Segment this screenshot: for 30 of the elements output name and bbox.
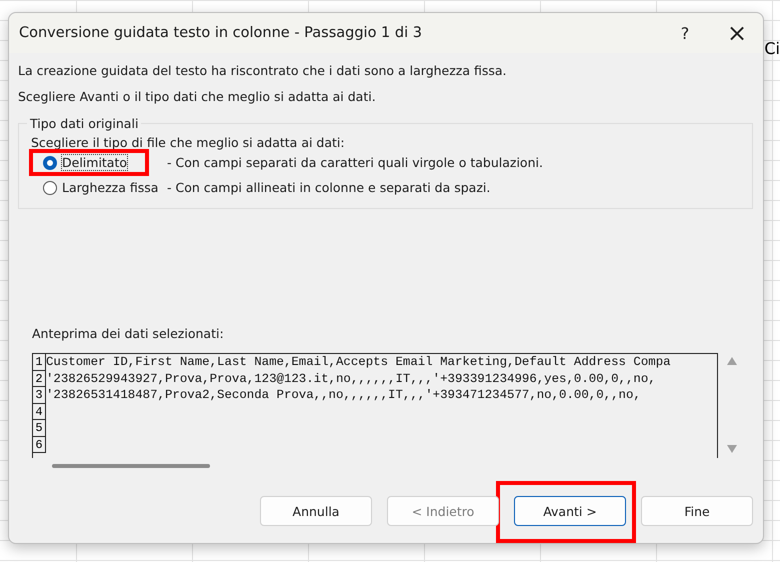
option-description: - Con campi allineati in colonne e separati da spazi. xyxy=(167,180,490,195)
sheet-cell-text: Ci xyxy=(764,38,780,60)
line-number: 6 xyxy=(33,436,46,453)
instruction-text: Scegliere Avanti o il tipo dati che meglio si adatta ai dati. xyxy=(18,89,377,104)
line-number: 5 xyxy=(33,420,46,436)
radio-button[interactable] xyxy=(43,156,57,170)
preview-line: Customer ID,First Name,Last Name,Email,Accepts Email Marketing,Default Address Compa xyxy=(46,354,671,370)
radio-label[interactable]: Delimitato xyxy=(62,155,128,170)
preview-line: '23826531418487,Prova2,Seconda Prova,,no,,,,,,IT,,,'+393471234577,no,0.00,0,,no, xyxy=(46,387,641,404)
line-number: 3 xyxy=(33,387,46,404)
scroll-down-icon[interactable] xyxy=(727,445,737,453)
line-number: 2 xyxy=(33,370,46,387)
group-title: Tipo dati originali xyxy=(29,116,140,131)
scroll-up-icon[interactable] xyxy=(727,357,737,365)
line-number: 4 xyxy=(33,404,46,420)
preview-line: '23826529943927,Prova,Prova,123@123.it,no,,,,,,IT,,,'+393391234996,yes,0.00,0,,no, xyxy=(46,370,656,387)
dialog-button[interactable]: Annulla xyxy=(260,496,372,526)
instruction-text: La creazione guidata del testo ha riscontrato che i dati sono a larghezza fissa. xyxy=(18,63,508,78)
window-title: Conversione guidata testo in colonne - Passaggio 1 di 3 xyxy=(19,25,423,41)
close-button[interactable]: × xyxy=(711,13,763,53)
option-description: - Con campi separati da caratteri quali virgole o tabulazioni. xyxy=(167,155,543,170)
dialog-button[interactable]: Avanti > xyxy=(514,496,626,526)
group-prompt: Scegliere il tipo di file che meglio si adatta ai dati: xyxy=(31,135,346,150)
preview-label: Anteprima dei dati selezionati: xyxy=(32,326,225,341)
scrollbar-thumb[interactable] xyxy=(52,464,210,468)
radio-button[interactable] xyxy=(43,180,57,194)
line-number: 1 xyxy=(33,354,46,370)
radio-label[interactable]: Larghezza fissa xyxy=(62,180,158,195)
dialog-button[interactable]: Fine xyxy=(641,496,753,526)
help-button[interactable]: ? xyxy=(659,13,711,53)
